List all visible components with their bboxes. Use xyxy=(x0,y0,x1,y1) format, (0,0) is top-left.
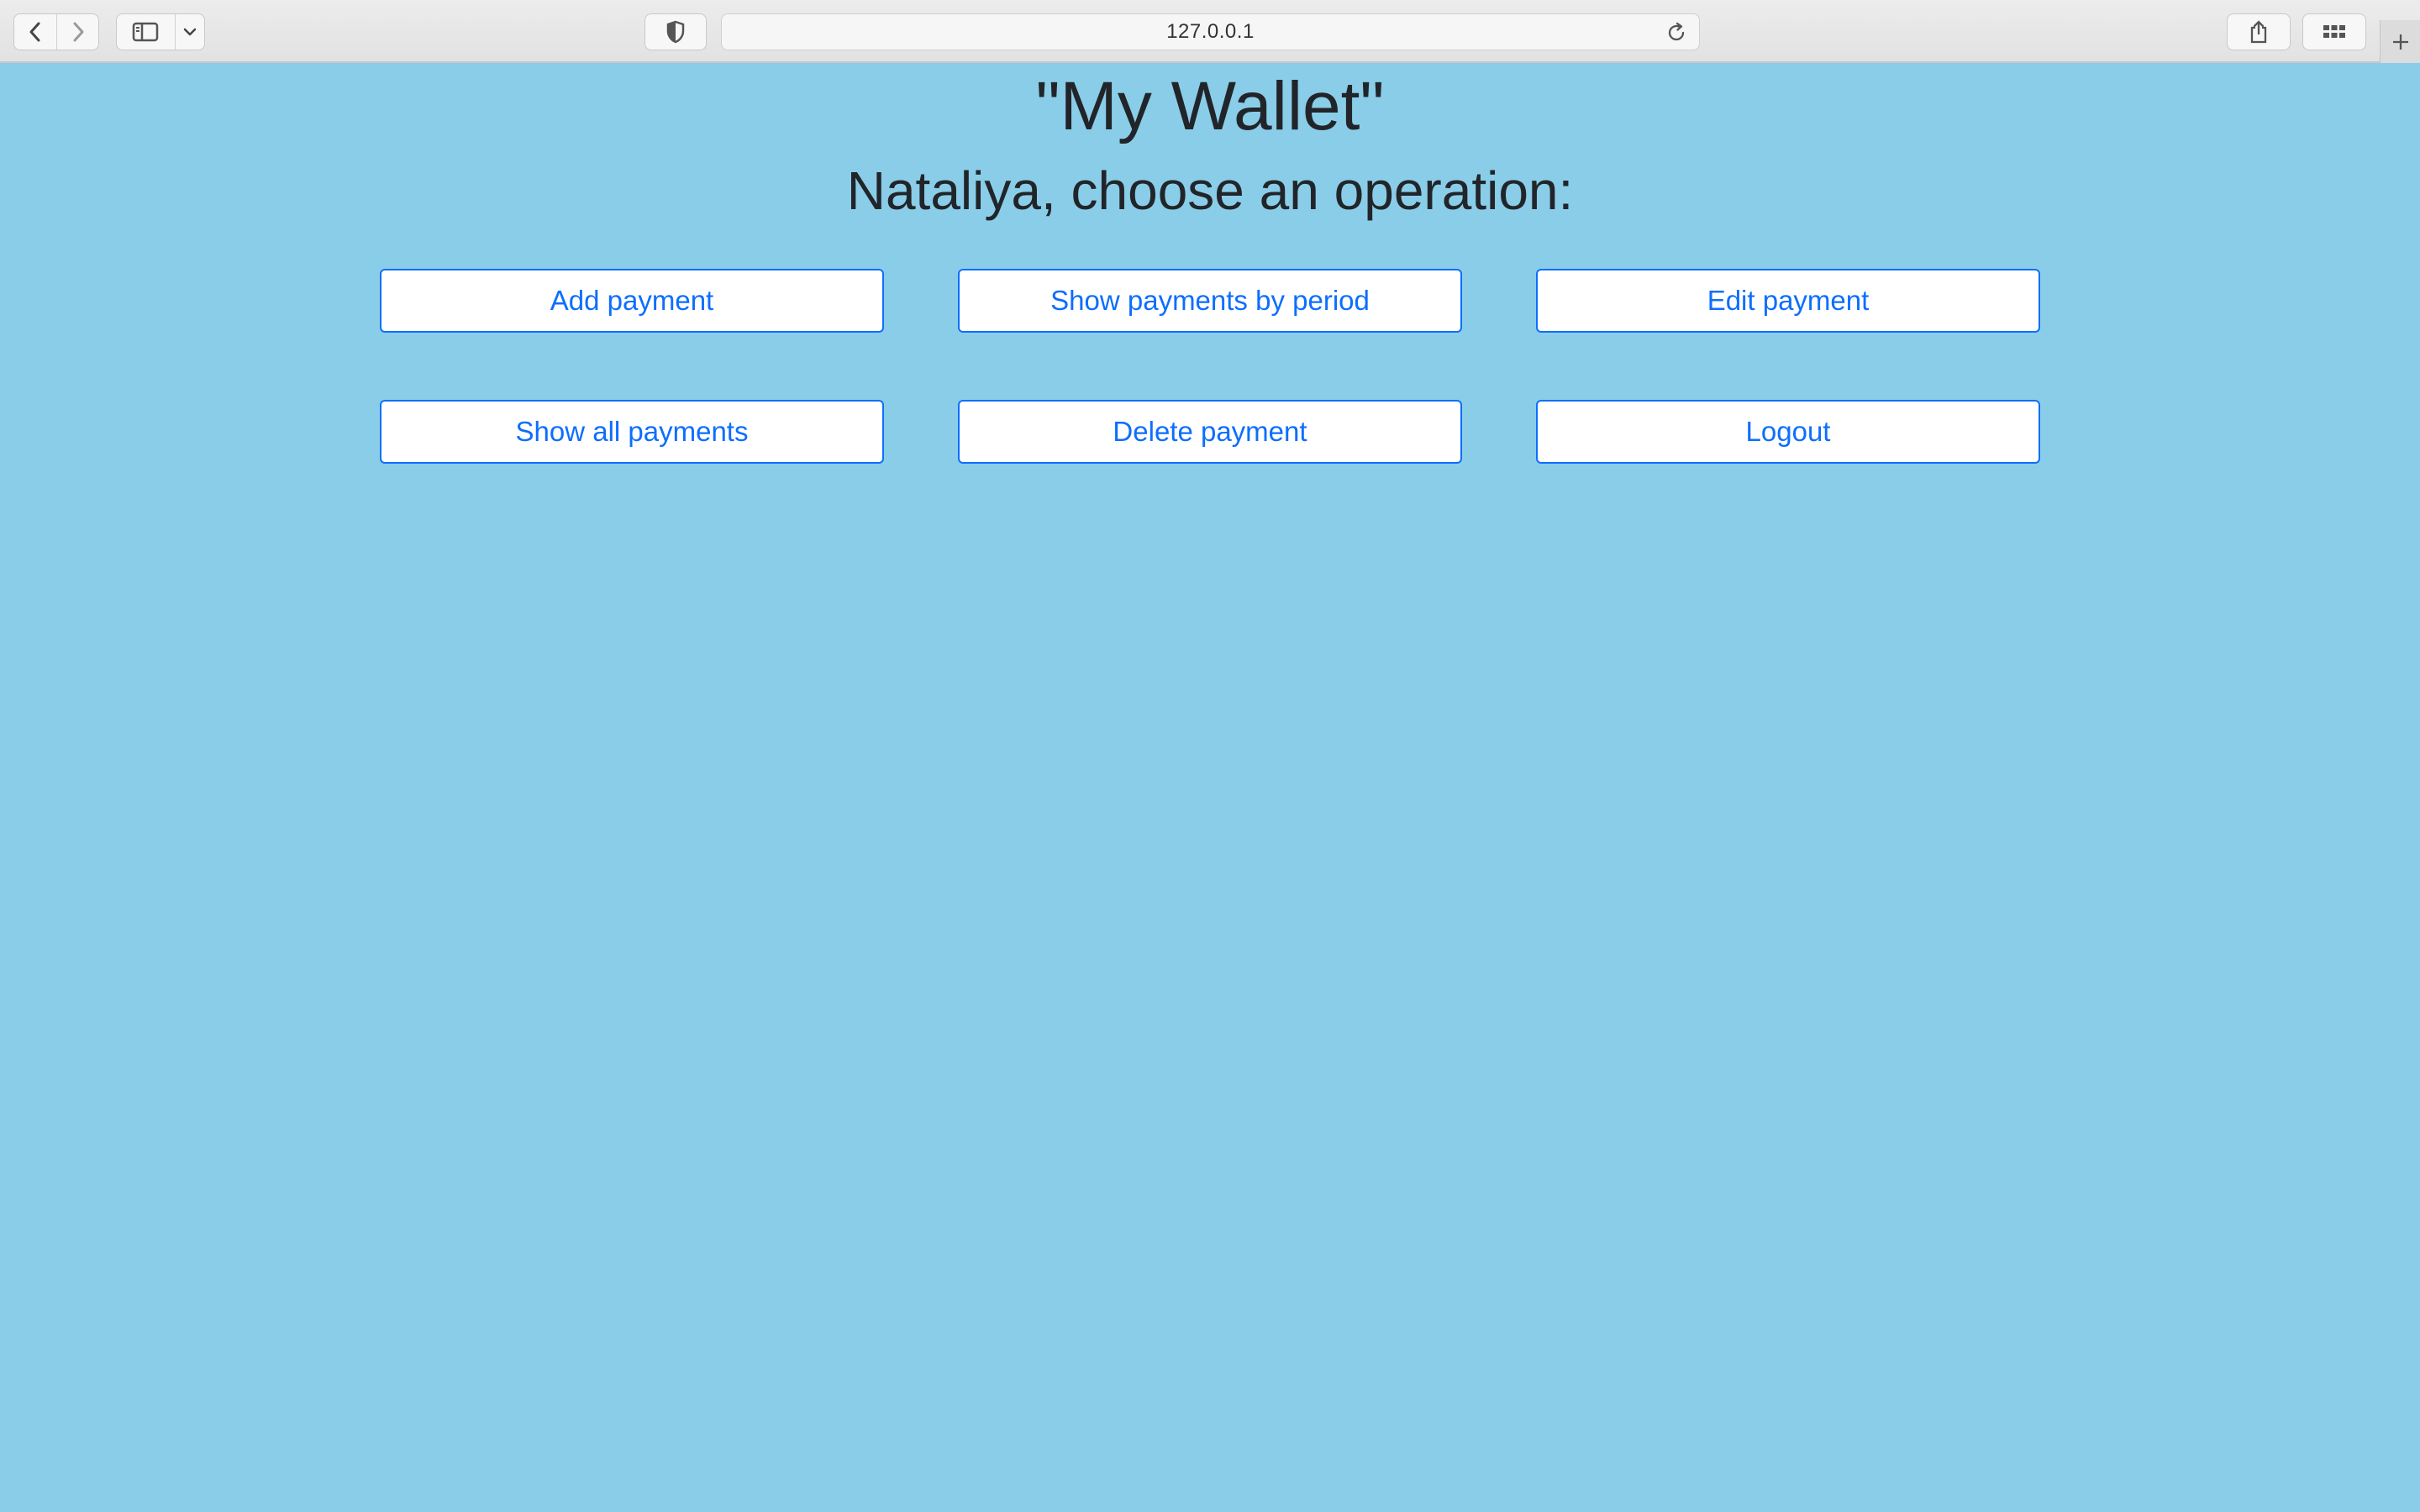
address-bar[interactable]: 127.0.0.1 xyxy=(721,13,1700,50)
show-all-payments-button[interactable]: Show all payments xyxy=(380,400,884,464)
add-payment-button[interactable]: Add payment xyxy=(380,269,884,333)
sidebar-toggle-button[interactable] xyxy=(117,14,175,50)
logout-button[interactable]: Logout xyxy=(1536,400,2040,464)
chevron-down-icon xyxy=(183,28,197,36)
new-tab-button[interactable] xyxy=(2380,20,2420,63)
chevron-right-icon xyxy=(73,22,83,42)
share-button[interactable] xyxy=(2228,14,2290,50)
back-button[interactable] xyxy=(14,14,56,50)
sidebar-controls xyxy=(116,13,205,50)
address-text: 127.0.0.1 xyxy=(1166,20,1255,43)
navigation-buttons xyxy=(13,13,99,50)
share-icon xyxy=(2250,20,2267,44)
tab-overview-icon xyxy=(2323,25,2345,38)
show-payments-by-period-button[interactable]: Show payments by period xyxy=(958,269,1462,333)
sidebar-icon xyxy=(133,22,159,42)
chevron-left-icon xyxy=(29,22,40,42)
tab-overview-button-group xyxy=(2302,13,2366,50)
browser-toolbar: 127.0.0.1 xyxy=(0,0,2420,63)
tab-overview-button[interactable] xyxy=(2303,14,2365,50)
reload-icon[interactable] xyxy=(1665,22,1687,44)
page-subtitle: Nataliya, choose an operation: xyxy=(846,160,1574,221)
delete-payment-button[interactable]: Delete payment xyxy=(958,400,1462,464)
privacy-report-button-group xyxy=(644,13,707,50)
privacy-report-button[interactable] xyxy=(645,14,706,50)
forward-button[interactable] xyxy=(56,14,98,50)
shield-icon xyxy=(666,20,685,44)
share-button-group xyxy=(2227,13,2291,50)
page-title: "My Wallet" xyxy=(1035,68,1385,144)
edit-payment-button[interactable]: Edit payment xyxy=(1536,269,2040,333)
sidebar-dropdown-button[interactable] xyxy=(174,14,204,50)
plus-icon xyxy=(2392,34,2408,50)
